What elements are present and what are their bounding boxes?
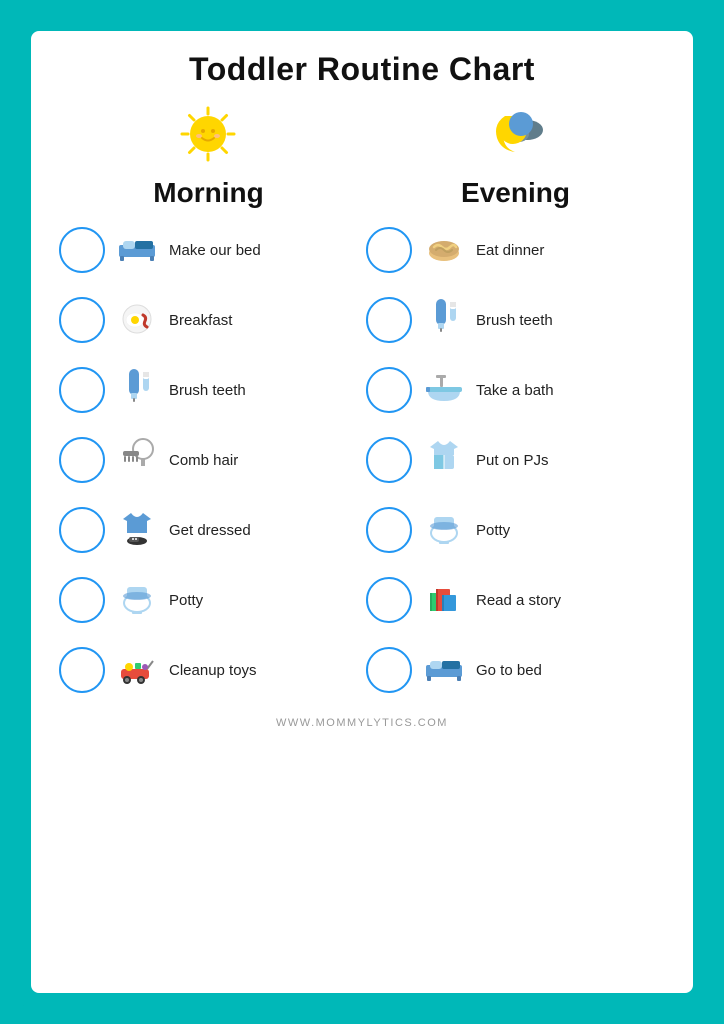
list-item: Eat dinner xyxy=(362,217,669,283)
list-item: Read a story xyxy=(362,567,669,633)
read-story-label: Read a story xyxy=(476,592,665,609)
morning-column: Morning xyxy=(55,102,362,707)
comb-icon xyxy=(111,433,163,487)
get-dressed-label: Get dressed xyxy=(169,522,358,539)
checkbox-comb-hair[interactable] xyxy=(59,437,105,483)
sun-icon xyxy=(176,102,240,175)
list-item: Potty xyxy=(55,567,362,633)
checkbox-go-to-bed[interactable] xyxy=(366,647,412,693)
brush-teeth-morning-label: Brush teeth xyxy=(169,382,358,399)
list-item: Brush teeth xyxy=(362,287,669,353)
list-item: Potty xyxy=(362,497,669,563)
evening-header: Evening xyxy=(461,102,570,209)
bath-icon xyxy=(418,363,470,417)
morning-label: Morning xyxy=(153,177,263,209)
list-item: Make our bed xyxy=(55,217,362,283)
page-title: Toddler Routine Chart xyxy=(189,51,535,88)
toy-icon xyxy=(111,643,163,697)
morning-header: Morning xyxy=(153,102,263,209)
columns: Morning xyxy=(55,102,669,707)
list-item: Comb hair xyxy=(55,427,362,493)
potty-morning-icon xyxy=(111,573,163,627)
list-item: Breakfast xyxy=(55,287,362,353)
list-item: Put on PJs xyxy=(362,427,669,493)
checkbox-brush-teeth-evening[interactable] xyxy=(366,297,412,343)
outer-border: Toddler Routine Chart xyxy=(17,17,707,1007)
breakfast-label: Breakfast xyxy=(169,312,358,329)
comb-hair-label: Comb hair xyxy=(169,452,358,469)
make-bed-label: Make our bed xyxy=(169,242,358,259)
take-bath-label: Take a bath xyxy=(476,382,665,399)
clothes-icon xyxy=(111,503,163,557)
potty-morning-label: Potty xyxy=(169,592,358,609)
list-item: Go to bed xyxy=(362,637,669,703)
checkbox-potty-evening[interactable] xyxy=(366,507,412,553)
bed-icon xyxy=(111,223,163,277)
toothbrush-evening-icon xyxy=(418,293,470,347)
checkbox-cleanup-toys[interactable] xyxy=(59,647,105,693)
moon-icon xyxy=(483,102,547,175)
brush-teeth-evening-label: Brush teeth xyxy=(476,312,665,329)
dinner-icon xyxy=(418,223,470,277)
list-item: Cleanup toys xyxy=(55,637,362,703)
list-item: Brush teeth xyxy=(55,357,362,423)
checkbox-put-on-pjs[interactable] xyxy=(366,437,412,483)
card: Toddler Routine Chart xyxy=(31,31,693,993)
checkbox-read-story[interactable] xyxy=(366,577,412,623)
footer-text: WWW.MOMMYLYTICS.COM xyxy=(276,717,448,729)
go-to-bed-icon xyxy=(418,643,470,697)
checkbox-brush-teeth-morning[interactable] xyxy=(59,367,105,413)
potty-evening-icon xyxy=(418,503,470,557)
checkbox-potty-morning[interactable] xyxy=(59,577,105,623)
checkbox-take-bath[interactable] xyxy=(366,367,412,413)
put-on-pjs-label: Put on PJs xyxy=(476,452,665,469)
pjs-icon xyxy=(418,433,470,487)
checkbox-breakfast[interactable] xyxy=(59,297,105,343)
toothbrush-morning-icon xyxy=(111,363,163,417)
evening-column: Evening Eat dinner xyxy=(362,102,669,707)
go-to-bed-label: Go to bed xyxy=(476,662,665,679)
eat-dinner-label: Eat dinner xyxy=(476,242,665,259)
books-icon xyxy=(418,573,470,627)
checkbox-eat-dinner[interactable] xyxy=(366,227,412,273)
checkbox-get-dressed[interactable] xyxy=(59,507,105,553)
evening-label: Evening xyxy=(461,177,570,209)
list-item: Take a bath xyxy=(362,357,669,423)
potty-evening-label: Potty xyxy=(476,522,665,539)
checkbox-make-bed[interactable] xyxy=(59,227,105,273)
list-item: Get dressed xyxy=(55,497,362,563)
breakfast-icon xyxy=(111,293,163,347)
cleanup-toys-label: Cleanup toys xyxy=(169,662,358,679)
